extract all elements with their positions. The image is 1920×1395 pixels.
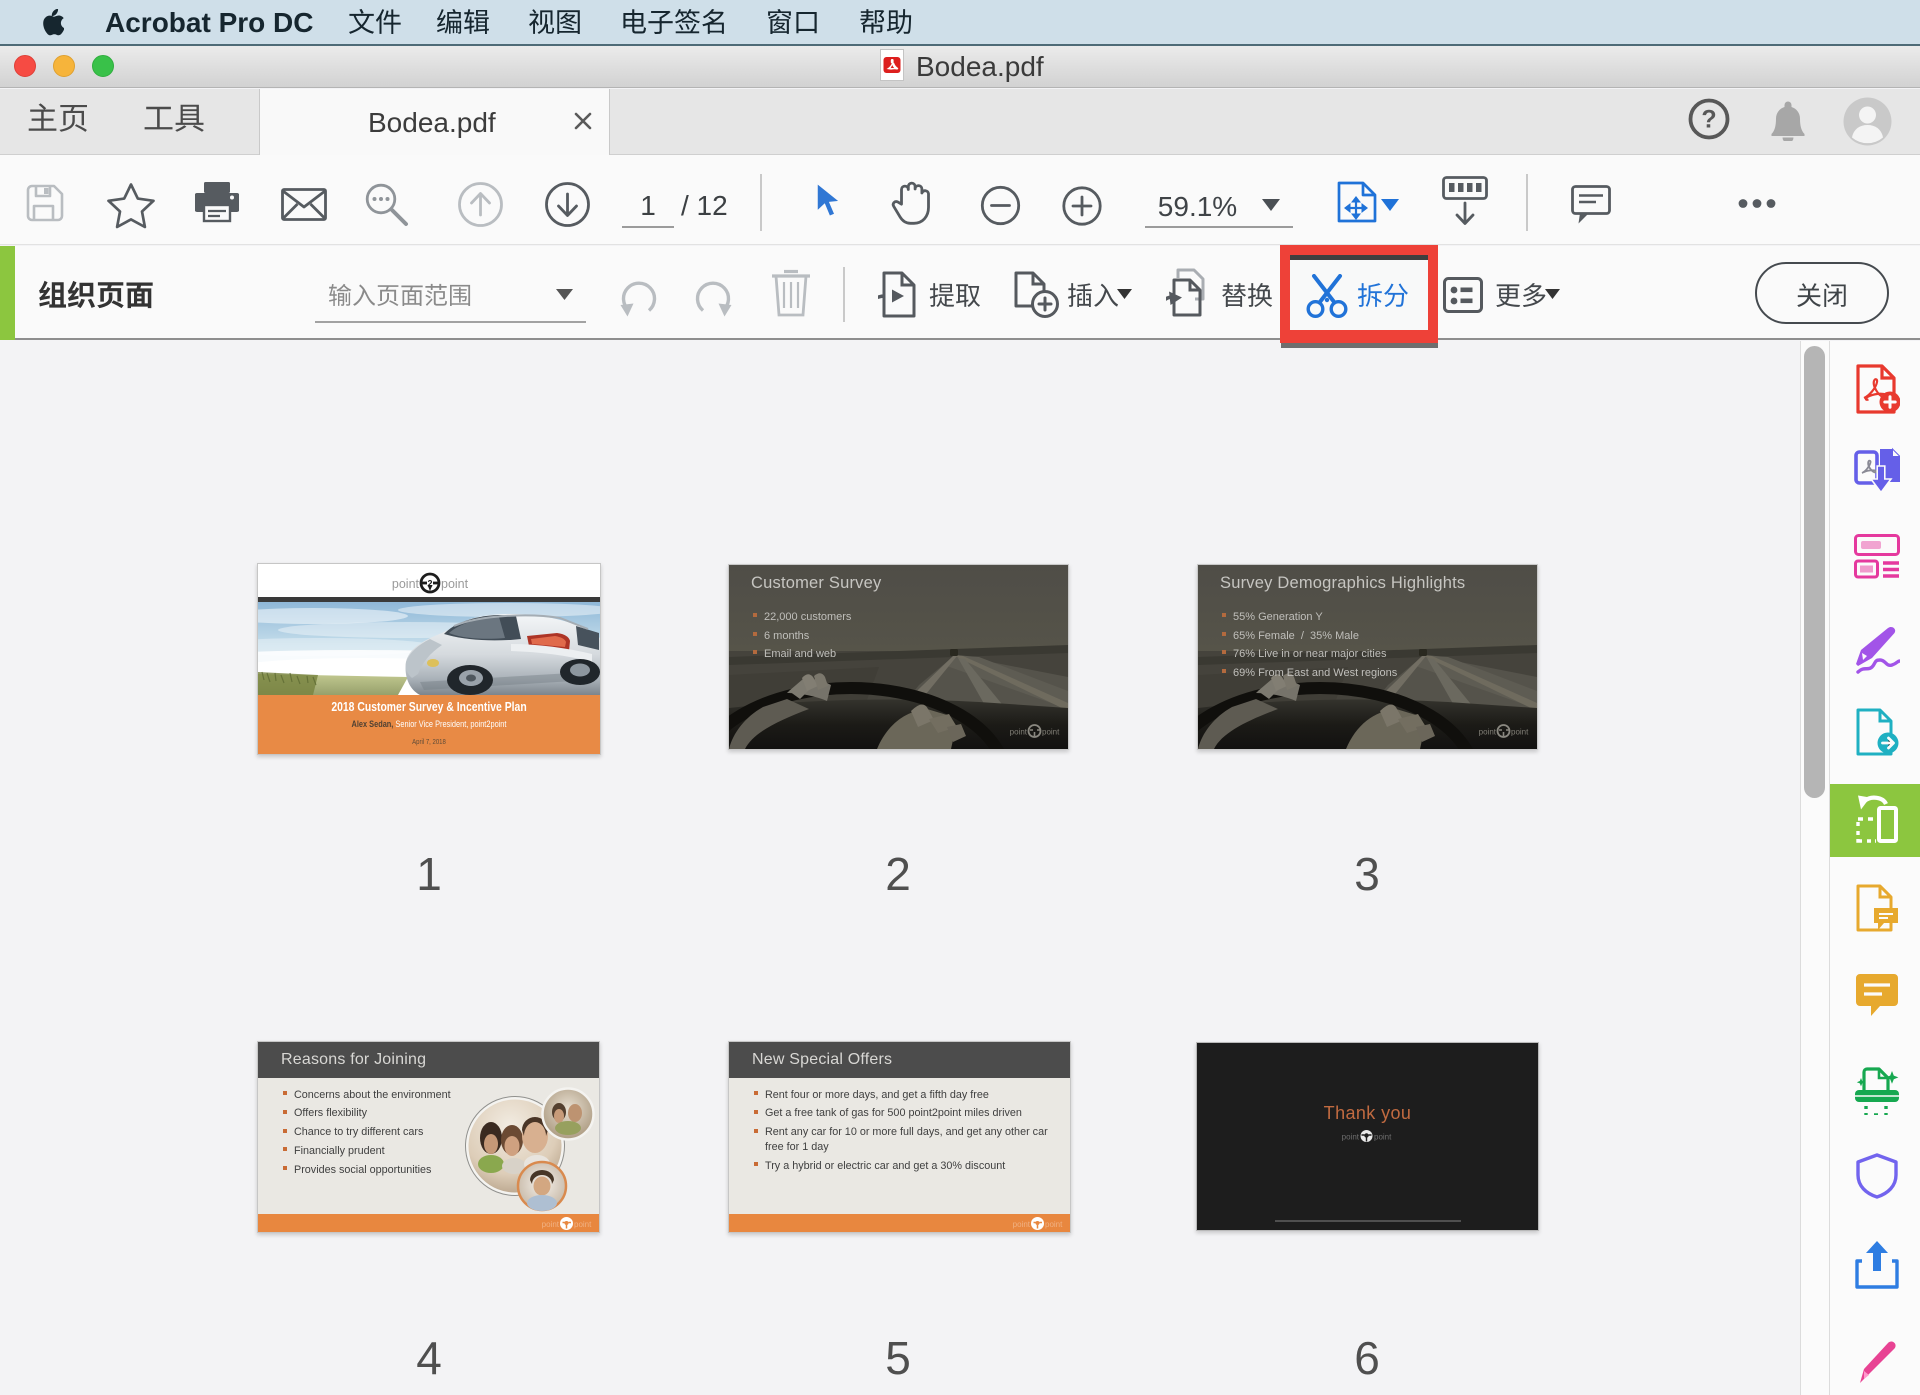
svg-text:point: point	[1479, 728, 1497, 737]
svg-text:point: point	[1010, 728, 1028, 737]
svg-text:point: point	[1045, 1220, 1063, 1229]
svg-text:point: point	[1374, 1133, 1392, 1142]
svg-text:?: ?	[1701, 106, 1716, 134]
svg-text:point: point	[392, 577, 420, 591]
svg-text:2: 2	[427, 579, 432, 589]
svg-text:point: point	[542, 1220, 560, 1229]
svg-text:point: point	[1511, 728, 1529, 737]
svg-text:point: point	[1013, 1220, 1031, 1229]
svg-text:point: point	[1042, 728, 1060, 737]
svg-text:point: point	[574, 1220, 592, 1229]
svg-text:point: point	[1342, 1133, 1360, 1142]
svg-text:point: point	[441, 577, 469, 591]
